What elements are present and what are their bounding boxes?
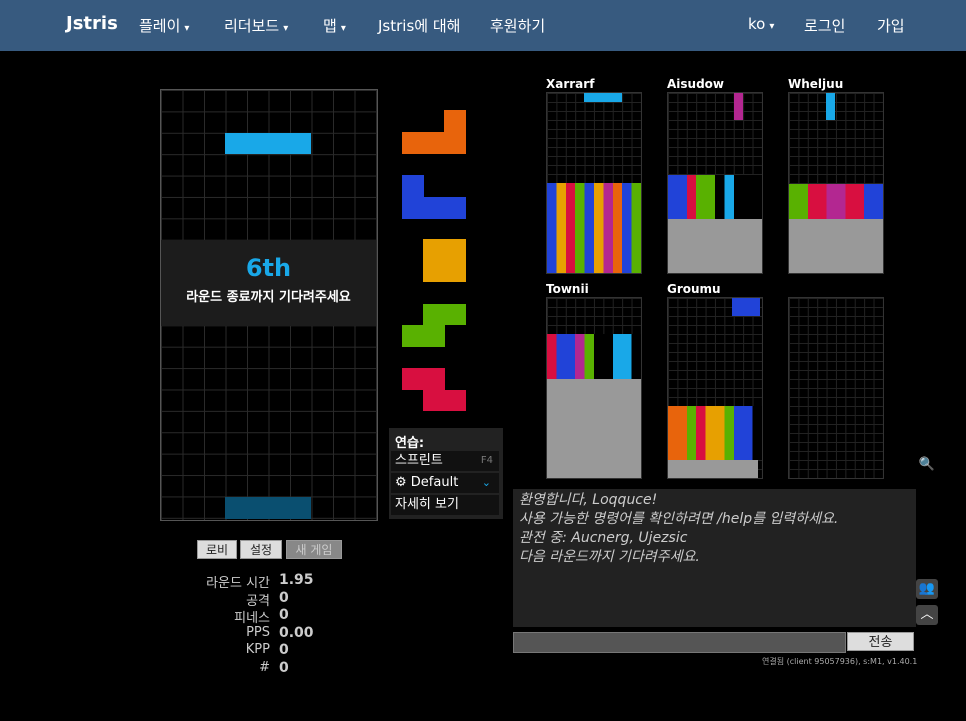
opponent-stack (547, 334, 641, 379)
login-link[interactable]: 로그인 (804, 15, 845, 36)
nav-leaderboard-label: 리더보드 (224, 17, 280, 35)
opponent-stack (668, 406, 762, 460)
chat-message: 다음 라운드까지 기다려주세요. (519, 549, 700, 565)
stat-value-pieces: 0 (279, 660, 289, 676)
caret-down-icon: ▾ (283, 23, 289, 34)
garbage-rows (668, 460, 758, 478)
mode-label: Default (410, 475, 459, 490)
stat-label-pps: PPS (246, 625, 270, 640)
stat-label-pieces: # (259, 660, 270, 675)
nav-play[interactable]: 플레이 ▾ (139, 15, 189, 36)
send-button[interactable]: 전송 (847, 632, 914, 651)
nav-play-label: 플레이 (139, 17, 181, 35)
nav-maps[interactable]: 맵 ▾ (323, 15, 346, 36)
settings-button[interactable]: 설정 (240, 540, 282, 559)
stat-value-attack: 0 (279, 590, 289, 606)
ghost-piece-i (225, 497, 311, 519)
new-game-button[interactable]: 새 게임 (286, 540, 342, 559)
nav-maps-label: 맵 (323, 17, 337, 35)
garbage-rows (789, 219, 883, 273)
chat-message: 사용 가능한 명령어를 확인하려면 /help를 입력하세요. (519, 511, 839, 527)
wait-message: 라운드 종료까지 기다려주세요 (186, 290, 351, 305)
stat-label-finesse: 피네스 (234, 611, 270, 626)
caret-down-icon: ▾ (340, 23, 346, 34)
next-piece-s (402, 304, 466, 347)
opponent-board (546, 297, 642, 479)
caret-down-icon: ▾ (769, 21, 775, 32)
opponent-name: Wheljuu (788, 77, 844, 91)
gear-icon: ⚙ (395, 475, 407, 490)
stat-value-pps: 0.00 (279, 625, 314, 641)
chevron-up-icon[interactable]: ︿ (916, 605, 938, 625)
chat-input[interactable] (513, 632, 846, 653)
signup-link[interactable]: 가입 (877, 15, 905, 36)
opponent-board (667, 297, 763, 479)
chat-log[interactable]: 환영합니다, Loqquce! 사용 가능한 명령어를 확인하려면 /help를… (513, 489, 916, 627)
language-selector[interactable]: ko ▾ (748, 15, 774, 33)
mode-select[interactable]: ⚙ Default ⌄ (391, 473, 499, 493)
sprint-shortcut: F4 (480, 455, 493, 466)
next-piece-l (402, 110, 466, 154)
opponent-active-piece (826, 93, 835, 120)
stat-label-kpp: KPP (245, 642, 270, 657)
sprint-label: 스프린트 (395, 453, 443, 468)
chat-message: 관전 중: Aucnerg, Ujezsic (519, 530, 688, 546)
opponent-board (788, 92, 884, 274)
practice-panel: 연습: 스프린트 F4 ⚙ Default ⌄ 자세히 보기 (389, 428, 503, 519)
next-piece-z (402, 368, 466, 411)
brand-logo[interactable]: Jstris (66, 13, 118, 34)
opponent-name: Groumu (667, 282, 721, 296)
stat-value-kpp: 0 (279, 642, 289, 658)
next-queue (402, 110, 466, 411)
nav-leaderboard[interactable]: 리더보드 ▾ (224, 15, 288, 36)
stat-value-finesse: 0 (279, 607, 289, 623)
language-label: ko (748, 15, 766, 33)
sprint-mode[interactable]: 스프린트 F4 (391, 451, 499, 471)
opponent-stack (668, 175, 762, 220)
opponent-name: Townii (546, 282, 589, 296)
chat-message: 환영합니다, Loqquce! (519, 492, 658, 508)
stat-label-round-time: 라운드 시간 (206, 576, 270, 591)
opponent-active-piece (734, 93, 743, 120)
caret-down-icon: ▾ (184, 23, 190, 34)
opponent-board (667, 92, 763, 274)
connection-status: 연결됨 (client 95057936), s:M1, v1.40.1 (762, 657, 918, 666)
nav-donate[interactable]: 후원하기 (490, 15, 545, 36)
garbage-rows (547, 379, 641, 478)
top-navbar: Jstris 플레이 ▾ 리더보드 ▾ 맵 ▾ Jstris에 대해 후원하기 ko ▾… (0, 0, 966, 51)
next-piece-j (402, 175, 466, 219)
opponent-board-empty (788, 297, 884, 479)
opponent-name: Aisudow (667, 77, 725, 91)
practice-title: 연습: (395, 436, 425, 451)
opponent-name: Xarrarf (546, 77, 595, 91)
more-modes-link[interactable]: 자세히 보기 (391, 495, 499, 515)
opponent-stack (547, 183, 641, 273)
opponent-active-piece (732, 298, 760, 316)
chevron-down-icon: ⌄ (481, 476, 491, 489)
garbage-rows (668, 219, 762, 273)
zoom-icon[interactable]: 🔍 (916, 455, 938, 475)
round-result-overlay: 6th 라운드 종료까지 기다려주세요 (161, 240, 376, 326)
opponent-board (546, 92, 642, 274)
next-piece-o (423, 239, 466, 282)
opponent-stack (789, 184, 883, 220)
active-piece-i (225, 133, 311, 154)
stat-value-round-time: 1.95 (279, 572, 314, 588)
nav-about[interactable]: Jstris에 대해 (378, 15, 460, 36)
spectators-icon[interactable]: 👥 (916, 579, 938, 599)
opponent-active-piece (584, 93, 622, 102)
placement-text: 6th (245, 254, 292, 282)
lobby-button[interactable]: 로비 (197, 540, 237, 559)
